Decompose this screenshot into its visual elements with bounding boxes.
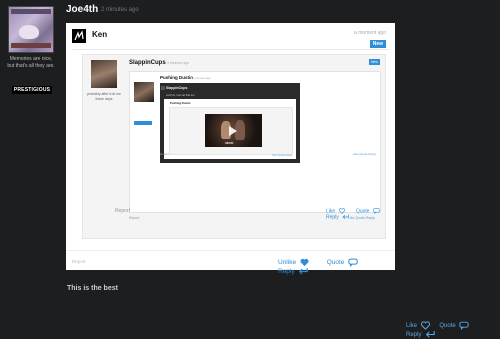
quote-bubble-icon	[373, 208, 380, 214]
reply-label: Reply	[406, 332, 422, 339]
nested-timestamp: 4 minutes ago	[167, 61, 189, 65]
divider	[72, 49, 389, 50]
reply-button[interactable]: Reply	[326, 214, 349, 221]
quote-link[interactable]: Quote	[278, 154, 285, 157]
post-timestamp[interactable]: 2 minutes ago	[101, 7, 139, 13]
avatar-detail	[11, 9, 51, 14]
nested3-actions: Like Quote Reply	[272, 154, 292, 157]
user-title: Memories are nice, but that's all they a…	[7, 56, 55, 69]
nested2-actions: Like Quote Reply	[353, 152, 376, 156]
post-actions: Like Quote Reply	[398, 321, 500, 339]
reply-label: Reply	[326, 214, 339, 221]
quote-link[interactable]: Quote	[359, 152, 367, 156]
ken-logo-icon	[74, 30, 84, 41]
user-badge: PRESTIGIOUS	[12, 86, 52, 94]
heart-icon	[300, 258, 309, 267]
divider	[66, 250, 395, 251]
nested-post-2: Pushing Dustin 6 minutes ago SlappinCups…	[129, 71, 381, 213]
like-label: Like	[406, 323, 418, 330]
post-message: This is the best	[67, 285, 118, 292]
quote-bubble-icon	[459, 321, 470, 330]
quote-timestamp: a moment ago	[354, 30, 386, 36]
reply-link[interactable]: Reply	[368, 152, 376, 156]
nested-new-badge: New	[368, 59, 380, 65]
nested2-timestamp: 6 minutes ago	[192, 76, 211, 80]
nested-avatar[interactable]	[91, 60, 117, 88]
avatar-detail	[11, 43, 51, 48]
reply-arrow-icon	[425, 331, 435, 338]
nested-author[interactable]: SlappinCups	[129, 60, 166, 66]
video-embed[interactable]: VEVO	[205, 114, 262, 147]
report-link[interactable]: Report	[129, 216, 140, 220]
like-link[interactable]: Like	[353, 152, 359, 156]
quote-button[interactable]: Quote	[439, 321, 470, 330]
nested2-badge	[134, 121, 152, 125]
nested-actions-outer: Like Quote Reply	[316, 208, 395, 221]
quote-label: Quote	[326, 259, 345, 267]
quote-label: Quote	[355, 208, 370, 215]
reply-arrow-icon	[299, 268, 309, 275]
like-button[interactable]: Like	[406, 321, 430, 330]
quote-button[interactable]: Quote	[327, 258, 359, 267]
unlike-label: Unlike	[278, 259, 297, 267]
heart-icon	[420, 321, 430, 330]
reply-label: Reply	[278, 268, 295, 276]
like-link[interactable]: Like	[272, 154, 277, 157]
reply-arrow-icon	[342, 214, 349, 220]
heart-icon	[338, 208, 345, 214]
reply-link[interactable]: Reply	[285, 154, 292, 157]
nested3-quote-box: VEVO	[169, 107, 293, 155]
quote-author[interactable]: Ken	[92, 30, 107, 39]
nested3-text: cool bro i can do that too	[166, 94, 195, 97]
nested3-avatar[interactable]	[161, 86, 165, 90]
nested-post-3: SlappinCups cool bro i can do that too P…	[160, 83, 300, 163]
quote-avatar[interactable]	[72, 29, 86, 43]
quote-actions: Unlike Quote Reply	[262, 258, 395, 276]
report-link[interactable]: Report	[72, 259, 86, 264]
nested2-avatar[interactable]	[134, 82, 154, 102]
quote-panel: Ken a moment ago New probably after trol…	[66, 23, 395, 275]
quote-bubble-icon	[348, 258, 358, 267]
nested3-quote-author: Pushing Dustin	[170, 101, 191, 105]
post-username[interactable]: Joe4th	[66, 4, 98, 15]
nested2-author[interactable]: Pushing Dustin	[160, 75, 193, 80]
unlike-button[interactable]: Unlike	[278, 258, 309, 267]
new-badge: New	[369, 40, 386, 48]
report-link[interactable]: Report	[115, 208, 130, 214]
user-avatar[interactable]	[8, 6, 54, 53]
reply-button[interactable]: Reply	[278, 267, 309, 276]
video-brand: VEVO	[225, 141, 234, 145]
reply-button[interactable]: Reply	[406, 330, 435, 339]
quote-button[interactable]: Quote	[356, 208, 380, 214]
avatar-detail	[19, 25, 39, 39]
nested3-quote: Pushing Dustin VEVO Like Quote Reply	[164, 99, 296, 159]
nested3-author[interactable]: SlappinCups	[166, 86, 187, 90]
report-link[interactable]: Report	[160, 152, 169, 156]
quote-label: Quote	[439, 323, 456, 330]
play-icon[interactable]	[229, 126, 237, 136]
nested-user-title: probably after troll me these days	[87, 92, 121, 101]
